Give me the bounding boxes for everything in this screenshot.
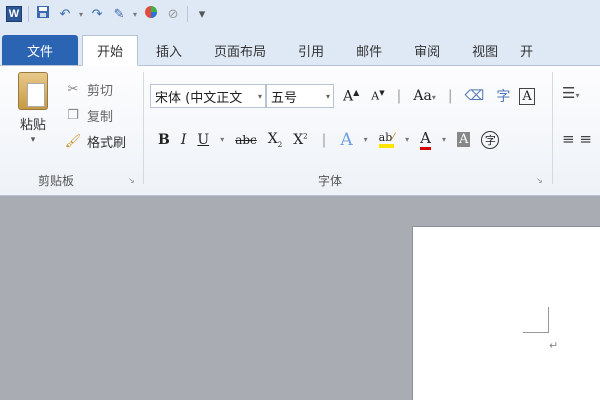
tab-review[interactable]: 审阅 xyxy=(400,35,454,65)
highlight-button[interactable]: ab⁄ xyxy=(378,131,395,148)
word-logo-icon[interactable]: W xyxy=(6,6,22,22)
phonetic-guide-icon[interactable]: 字 xyxy=(493,86,513,106)
document-page[interactable]: ↵ xyxy=(412,226,600,400)
paint-dropdown-icon[interactable]: ▾ xyxy=(133,10,137,19)
paste-label: 粘贴 xyxy=(19,118,46,133)
font-launcher-icon[interactable]: ↘ xyxy=(536,176,543,185)
ribbon-home: 粘贴 ▾ ✂ 剪切 ❐ 复制 🖌 格式刷 剪贴板 ↘ 宋体 (中文正文 ▾ 五号… xyxy=(0,66,600,196)
change-case-label: Aa xyxy=(413,88,432,104)
highlight-dropdown-icon[interactable]: ▾ xyxy=(405,135,409,144)
scissors-icon: ✂ xyxy=(67,81,79,97)
text-effects-icon[interactable]: A xyxy=(340,130,352,150)
underline-button[interactable]: U xyxy=(197,132,209,148)
clipboard-commands: ✂ 剪切 ❐ 复制 🖌 格式刷 xyxy=(64,76,126,154)
grow-font-label: A xyxy=(343,88,354,105)
redo-icon[interactable]: ↷ xyxy=(89,7,105,22)
tab-mailings[interactable]: 邮件 xyxy=(342,35,396,65)
tab-home[interactable]: 开始 xyxy=(82,35,139,66)
shrink-font-button[interactable]: A▼ xyxy=(368,89,387,103)
tab-file[interactable]: 文件 xyxy=(2,35,78,65)
tab-developer[interactable]: 开 xyxy=(516,35,537,65)
color-icon[interactable] xyxy=(143,5,159,23)
tab-insert[interactable]: 插入 xyxy=(142,35,196,65)
clipboard-launcher-icon[interactable]: ↘ xyxy=(128,176,135,185)
paste-dropdown-icon[interactable]: ▾ xyxy=(10,135,56,145)
paste-button[interactable]: 粘贴 ▾ xyxy=(10,72,56,145)
character-shading-button[interactable]: A xyxy=(456,132,471,147)
ribbon-tabs: 文件 开始 插入 页面布局 引用 邮件 审阅 视图 开 xyxy=(0,28,600,66)
italic-button[interactable]: I xyxy=(181,132,187,148)
save-icon[interactable] xyxy=(35,5,51,23)
undo-dropdown-icon[interactable]: ▾ xyxy=(79,10,83,19)
clipboard-icon xyxy=(18,72,48,110)
separator-bar: | xyxy=(447,88,453,104)
margin-corner-mark xyxy=(523,307,549,333)
font-size-value: 五号 xyxy=(271,90,298,106)
clear-format-icon[interactable]: ⌫ xyxy=(462,88,488,104)
clipboard-group-label: 剪贴板 xyxy=(38,174,75,188)
superscript-button[interactable]: X2 xyxy=(293,132,307,148)
copy-icon: ❐ xyxy=(67,107,79,123)
font-color-dropdown-icon[interactable]: ▾ xyxy=(442,135,446,144)
underline-dropdown-icon[interactable]: ▾ xyxy=(220,135,224,144)
tab-page-layout[interactable]: 页面布局 xyxy=(200,35,280,65)
undo-icon[interactable]: ↶ xyxy=(57,7,73,22)
font-size-combo[interactable]: 五号 ▾ xyxy=(266,84,334,108)
grow-font-button[interactable]: A▲ xyxy=(340,88,362,105)
format-painter-button[interactable]: 🖌 格式刷 xyxy=(64,128,126,154)
character-border-icon[interactable]: A xyxy=(519,87,535,105)
format-painter-icon[interactable]: ✎ xyxy=(111,7,127,22)
change-case-dropdown-icon[interactable]: ▾ xyxy=(432,93,436,102)
bold-button[interactable]: B xyxy=(158,132,170,148)
font-color-button[interactable]: A xyxy=(420,129,431,150)
font-name-dropdown-icon[interactable]: ▾ xyxy=(258,92,262,101)
copy-label: 复制 xyxy=(87,109,114,125)
subscript-button[interactable]: X2 xyxy=(268,131,282,149)
cut-button[interactable]: ✂ 剪切 xyxy=(64,76,126,102)
qat-separator xyxy=(187,6,189,22)
font-row-1: 宋体 (中文正文 ▾ 五号 ▾ A▲ A▼ | Aa▾ | ⌫ 字 A xyxy=(150,84,535,108)
superscript-label: X xyxy=(293,131,304,148)
enclose-characters-button[interactable]: 字 xyxy=(481,130,500,149)
font-name-combo[interactable]: 宋体 (中文正文 ▾ xyxy=(150,84,266,108)
bullets-icon[interactable]: ☰▾ xyxy=(562,84,592,110)
strikethrough-button[interactable]: abc xyxy=(235,133,257,147)
cut-label: 剪切 xyxy=(87,83,114,99)
font-name-value: 宋体 (中文正文 xyxy=(155,90,243,106)
group-separator xyxy=(143,72,144,184)
font-group-label: 字体 xyxy=(318,174,343,188)
format-painter-label: 格式刷 xyxy=(87,135,127,151)
clear-formatting-icon[interactable]: ⊘ xyxy=(165,7,181,22)
brush-icon: 🖌 xyxy=(64,133,82,149)
change-case-button[interactable]: Aa▾ xyxy=(410,88,438,104)
text-effects-dropdown-icon[interactable]: ▾ xyxy=(364,135,368,144)
group-separator xyxy=(552,72,553,184)
subscript-label: X xyxy=(267,130,278,147)
separator-bar: | xyxy=(321,131,327,148)
tab-references[interactable]: 引用 xyxy=(284,35,338,65)
customize-qat-icon[interactable]: ▾ xyxy=(194,7,210,22)
paragraph-group: ☰▾ ≡ ≡ xyxy=(562,84,592,148)
tab-view[interactable]: 视图 xyxy=(458,35,512,65)
copy-button[interactable]: ❐ 复制 xyxy=(64,102,126,128)
separator-bar: | xyxy=(396,88,402,104)
font-size-dropdown-icon[interactable]: ▾ xyxy=(326,92,330,101)
font-row-2: B I U ▾ abc X2 X2 | A ▾ ab⁄ ▾ A ▾ A 字 xyxy=(158,129,500,150)
quick-access-toolbar: W ↶ ▾ ↷ ✎ ▾ ⊘ ▾ xyxy=(0,0,600,28)
paragraph-mark-icon: ↵ xyxy=(549,339,559,352)
align-left-icon[interactable]: ≡ ≡ xyxy=(562,130,592,148)
qat-separator xyxy=(28,6,29,22)
